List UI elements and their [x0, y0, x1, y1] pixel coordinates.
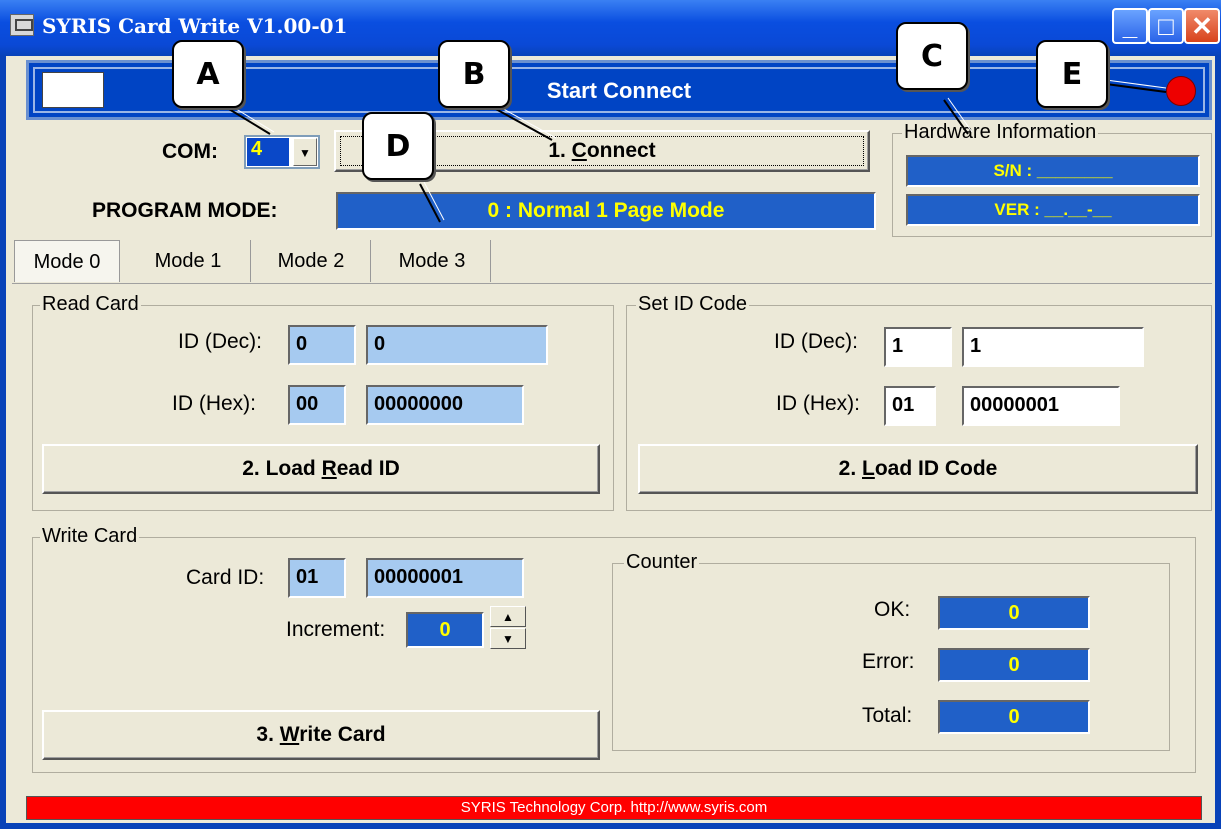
callout-c: C — [896, 22, 968, 90]
callout-arrows — [223, 79, 1167, 223]
callout-e: E — [1036, 40, 1108, 108]
callout-a: A — [172, 40, 244, 108]
callout-d: D — [362, 112, 434, 180]
callout-b: B — [438, 40, 510, 108]
